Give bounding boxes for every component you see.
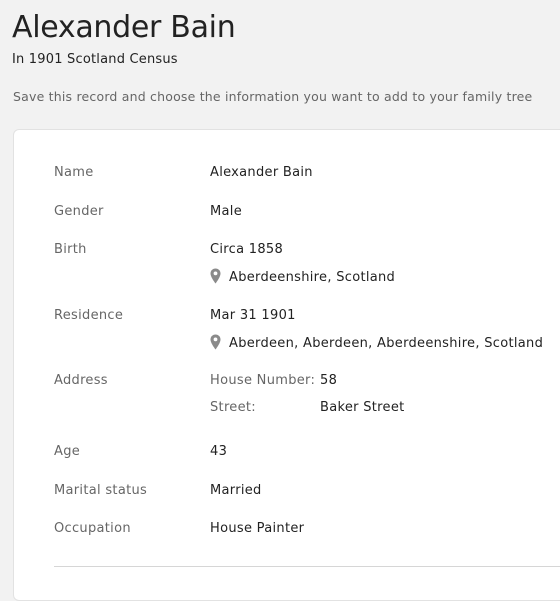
house-number-label: House Number: — [210, 373, 316, 388]
street-value: Baker Street — [320, 400, 405, 415]
page-title: Alexander Bain — [12, 10, 236, 45]
house-number-value: 58 — [320, 373, 338, 388]
residence-label: Residence — [54, 308, 124, 323]
map-pin-icon — [210, 334, 221, 350]
residence-place: Aberdeen, Aberdeen, Aberdeenshire, Scotl… — [210, 334, 543, 351]
birth-place: Aberdeenshire, Scotland — [210, 268, 395, 285]
name-label: Name — [54, 165, 94, 180]
birth-date: Circa 1858 — [210, 242, 284, 257]
marital-status-value: Married — [210, 483, 262, 498]
birth-place-text: Aberdeenshire, Scotland — [229, 270, 396, 285]
gender-value: Male — [210, 204, 242, 219]
age-value: 43 — [210, 444, 228, 459]
street-label: Street: — [210, 400, 256, 415]
section-divider — [54, 566, 560, 567]
occupation-value: House Painter — [210, 521, 305, 536]
birth-label: Birth — [54, 242, 87, 257]
name-value: Alexander Bain — [210, 165, 313, 180]
record-collection-subtitle: In 1901 Scotland Census — [12, 52, 178, 67]
marital-status-label: Marital status — [54, 483, 148, 498]
occupation-label: Occupation — [54, 521, 131, 536]
map-pin-icon — [210, 268, 221, 284]
residence-place-text: Aberdeen, Aberdeen, Aberdeenshire, Scotl… — [229, 336, 544, 351]
address-label: Address — [54, 373, 108, 388]
residence-date: Mar 31 1901 — [210, 308, 296, 323]
age-label: Age — [54, 444, 81, 459]
save-instructions: Save this record and choose the informat… — [13, 89, 533, 104]
gender-label: Gender — [54, 204, 104, 219]
record-header: Alexander Bain In 1901 Scotland Census — [12, 10, 560, 67]
record-details-card: Name Alexander Bain Gender Male Birth Ci… — [13, 129, 560, 601]
